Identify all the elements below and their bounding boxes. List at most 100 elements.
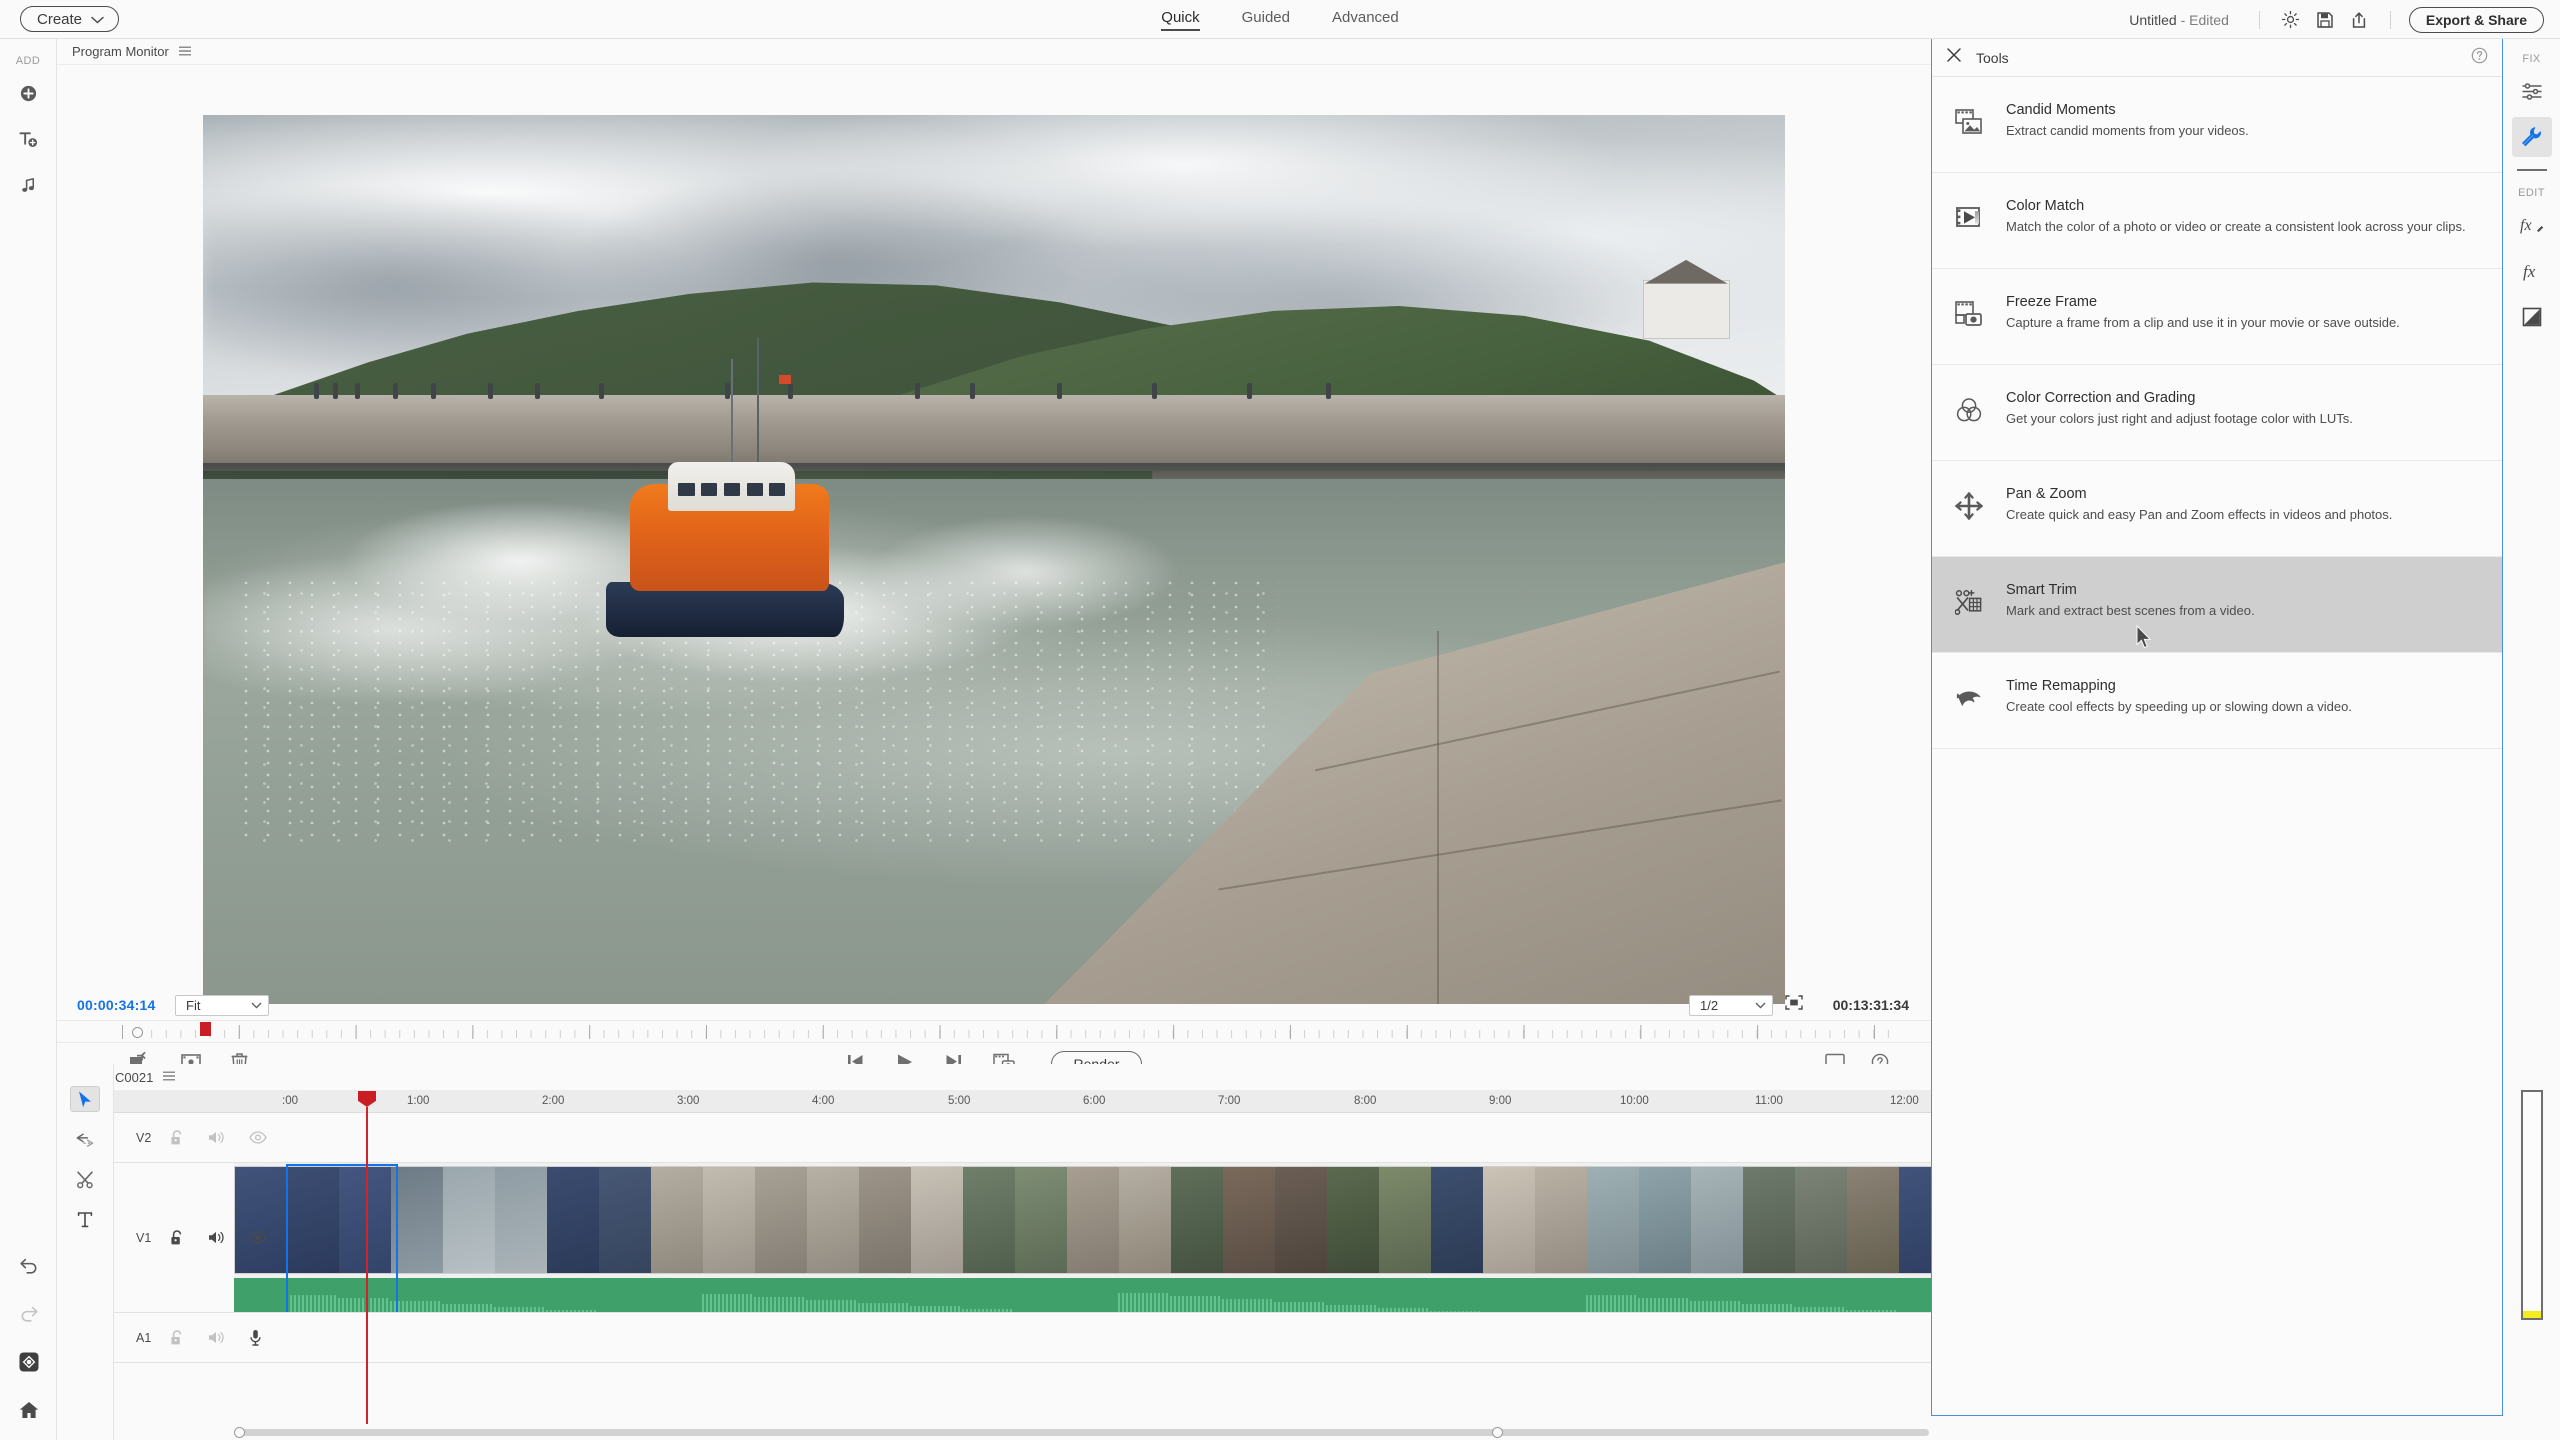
video-clip-strip[interactable]: [234, 1166, 1931, 1274]
tool-item-freeze-frame[interactable]: Freeze Frame Capture a frame from a clip…: [1932, 269, 2502, 365]
audio-waveform-strip[interactable]: [234, 1278, 1931, 1312]
redo-icon[interactable]: [9, 1294, 49, 1334]
clip-thumbnail: [1015, 1167, 1067, 1273]
ruler-tick-label: :00: [282, 1095, 298, 1107]
tool-item-color-match[interactable]: Color Match Match the color of a photo o…: [1932, 173, 2502, 269]
timeline-track-v2: V2: [114, 1113, 1931, 1163]
track-lane-v1[interactable]: [234, 1163, 1931, 1312]
safe-margins-icon[interactable]: [1785, 995, 1803, 1015]
eye-icon[interactable]: [249, 1131, 267, 1144]
timeline-menu-icon[interactable]: [163, 1068, 176, 1086]
tab-quick[interactable]: Quick: [1161, 9, 1200, 31]
fx-icon[interactable]: fx: [2512, 251, 2552, 291]
monitor-scrub-bar[interactable]: [57, 1020, 1931, 1042]
track-lane-a1[interactable]: [234, 1313, 1931, 1362]
video-stage: [57, 65, 1931, 1004]
adjustments-icon[interactable]: [2512, 71, 2552, 111]
ruler-tick-label: 9:00: [1489, 1095, 1512, 1107]
audio-chunk: [338, 1278, 390, 1312]
clip-thumbnail: [1483, 1167, 1535, 1273]
current-timecode[interactable]: 00:00:34:14: [77, 997, 155, 1013]
clip-thumbnail: [391, 1167, 443, 1273]
tool-item-pan-zoom[interactable]: Pan & Zoom Create quick and easy Pan and…: [1932, 461, 2502, 557]
audio-chunk: [442, 1278, 494, 1312]
playback-resolution-value: 1/2: [1700, 997, 1719, 1013]
export-share-button[interactable]: Export & Share: [2408, 6, 2544, 33]
share-icon[interactable]: [2342, 3, 2376, 37]
timeline-tracks-area: :00 1:00 2:00 3:00 4:00 5:00 6:00 7:00 8…: [114, 1091, 1931, 1440]
tab-advanced[interactable]: Advanced: [1332, 9, 1399, 31]
audio-chunk: [598, 1278, 650, 1312]
monitor-playhead[interactable]: [200, 1022, 211, 1036]
panel-menu-icon[interactable]: [178, 43, 191, 61]
audio-icon[interactable]: [208, 1330, 225, 1345]
scrub-zoom-handle-left[interactable]: [132, 1027, 143, 1038]
tools-panel-title: Tools: [1976, 49, 2009, 66]
close-icon[interactable]: [1946, 47, 1962, 68]
undo-icon[interactable]: [9, 1246, 49, 1286]
add-media-icon[interactable]: [8, 73, 48, 113]
brightness-icon[interactable]: [2274, 3, 2308, 37]
razor-tool-icon[interactable]: [70, 1166, 100, 1192]
create-button[interactable]: Create: [20, 6, 120, 32]
add-music-icon[interactable]: [8, 165, 48, 205]
ruler-tick-label: 11:00: [1755, 1095, 1783, 1107]
tool-name: Candid Moments: [2006, 102, 2116, 118]
track-name-a1: A1: [136, 1330, 152, 1345]
lock-icon[interactable]: [170, 1229, 184, 1246]
audio-icon[interactable]: [208, 1230, 225, 1245]
lock-icon[interactable]: [170, 1329, 184, 1346]
clip-thumbnail: [1171, 1167, 1223, 1273]
clip-thumbnail: [547, 1167, 599, 1273]
scrollbar-handle-right[interactable]: [1492, 1427, 1503, 1438]
microphone-icon[interactable]: [249, 1329, 262, 1346]
home-icon[interactable]: [9, 1390, 49, 1430]
tab-guided[interactable]: Guided: [1242, 9, 1290, 31]
audio-chunk: [1482, 1278, 1534, 1312]
timeline-horizontal-scrollbar[interactable]: [234, 1427, 1929, 1438]
monitor-controls: 00:00:34:14 Fit 1/2 00:13:31:34: [57, 990, 1931, 1020]
text-tool-icon[interactable]: [70, 1206, 100, 1232]
clip-thumbnail: [859, 1167, 911, 1273]
opacity-slider[interactable]: [2520, 1090, 2543, 1320]
scrollbar-handle-left[interactable]: [234, 1427, 245, 1438]
tool-name: Pan & Zoom: [2006, 486, 2087, 502]
tools-panel: Tools Candid Moments Extract candid mome…: [1931, 39, 2503, 1416]
effects-icon[interactable]: fx: [2512, 205, 2552, 245]
add-title-icon[interactable]: [8, 119, 48, 159]
tool-item-time-remapping[interactable]: Time Remapping Create cool effects by sp…: [1932, 653, 2502, 749]
tool-item-color-correction[interactable]: Color Correction and Grading Get your co…: [1932, 365, 2502, 461]
timeline-ruler[interactable]: :00 1:00 2:00 3:00 4:00 5:00 6:00 7:00 8…: [114, 1091, 1931, 1113]
organizer-icon[interactable]: [9, 1342, 49, 1382]
audio-chunk: [286, 1278, 338, 1312]
ruler-tick-label: 12:00: [1890, 1095, 1919, 1107]
help-icon[interactable]: [2471, 47, 2488, 69]
playback-resolution-select[interactable]: 1/2: [1689, 994, 1773, 1016]
clip-thumbnail: [1275, 1167, 1327, 1273]
transitions-icon[interactable]: [2512, 297, 2552, 337]
save-icon[interactable]: [2308, 3, 2342, 37]
audio-chunk: [702, 1278, 754, 1312]
scene-boat-mast-secondary: [731, 359, 734, 476]
clip-thumbnail: [1379, 1167, 1431, 1273]
clip-thumbnail: [1535, 1167, 1587, 1273]
ruler-tick-label: 1:00: [407, 1095, 430, 1107]
lock-icon[interactable]: [170, 1129, 184, 1146]
tool-item-candid-moments[interactable]: Candid Moments Extract candid moments fr…: [1932, 77, 2502, 173]
scene-house: [1642, 280, 1730, 340]
track-header-a1: A1: [114, 1313, 261, 1362]
audio-icon[interactable]: [208, 1130, 225, 1145]
audio-chunk: [1118, 1278, 1170, 1312]
eye-icon[interactable]: [249, 1231, 267, 1244]
selection-tool-icon[interactable]: [70, 1086, 100, 1112]
track-name-v1: V1: [136, 1230, 152, 1245]
program-monitor-video-frame[interactable]: [203, 115, 1785, 1004]
zoom-level-select[interactable]: Fit: [175, 994, 269, 1016]
ruler-tick-label: 10:00: [1620, 1095, 1649, 1107]
ruler-tick-label: 4:00: [812, 1095, 835, 1107]
tool-item-smart-trim[interactable]: Smart Trim Mark and extract best scenes …: [1932, 557, 2502, 653]
track-lane-v2[interactable]: [234, 1113, 1931, 1162]
tools-icon[interactable]: [2511, 117, 2552, 157]
trim-tool-icon[interactable]: [70, 1126, 100, 1152]
right-rail: FIX EDIT fx fx: [2503, 39, 2560, 1440]
